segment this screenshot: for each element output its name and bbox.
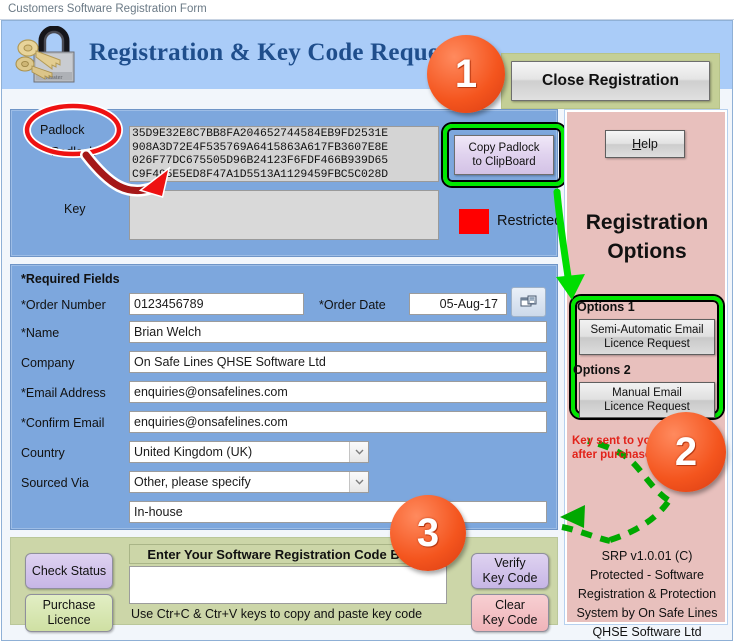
purchase-line2: Licence [47, 613, 91, 627]
order-number-input[interactable]: 0123456789 [129, 293, 304, 315]
calendar-picker-icon[interactable] [511, 287, 546, 317]
chevron-down-icon[interactable] [349, 442, 368, 462]
country-label: Country [21, 446, 65, 460]
name-label: *Name [21, 326, 60, 340]
step-badge-1: 1 [427, 35, 505, 113]
required-fields-note: *Required Fields [21, 272, 120, 286]
key-code-entry-panel: Check Status Purchase Licence Enter Your… [10, 537, 558, 632]
confirm-email-label: *Confirm Email [21, 416, 105, 430]
sourced-via-selected-value: Other, please specify [134, 475, 251, 489]
purchase-licence-button[interactable]: Purchase Licence [25, 594, 113, 632]
clear-line2: Key Code [482, 613, 538, 627]
options-title-line2: Options [607, 240, 687, 263]
padlock-key-panel: Padlock Key 35D9E32E8C7BB8FA204652744584… [10, 109, 565, 257]
sourced-via-label: Sourced Via [21, 476, 89, 490]
step-badge-3: 3 [390, 495, 466, 571]
email-address-input[interactable]: enquiries@onsafelines.com [129, 381, 547, 403]
email-address-label: *Email Address [21, 386, 106, 400]
option2-btn-line1: Manual Email [612, 387, 682, 399]
window-titlebar: Customers Software Registration Form [0, 0, 734, 20]
clear-key-code-button[interactable]: Clear Key Code [471, 594, 549, 632]
country-selected-value: United Kingdom (UK) [134, 445, 253, 459]
registration-options-panel: Help Registration Options Options 1 Semi… [564, 109, 729, 639]
padlock-label: Padlock [51, 145, 96, 159]
copy-padlock-line2: to ClipBoard [472, 156, 536, 168]
padlock-keys-icon: Master [12, 25, 84, 86]
key-note-line1: Key sent to you [572, 435, 658, 447]
registration-options-title: Registration Options [565, 208, 729, 266]
country-select[interactable]: United Kingdom (UK) [129, 441, 369, 463]
verify-line1: Verify [494, 556, 526, 570]
window-title: Customers Software Registration Form [8, 3, 207, 15]
restricted-status-swatch [459, 209, 489, 234]
verify-key-code-button[interactable]: Verify Key Code [471, 553, 549, 589]
registration-form-window: Customers Software Registration Form Mas… [0, 0, 734, 642]
confirm-email-input[interactable]: enquiries@onsafelines.com [129, 411, 547, 433]
copy-paste-hint: Use Ctr+C & Ctr+V keys to copy and paste… [131, 607, 423, 621]
key-note-line2: after purchase [572, 449, 652, 461]
help-button[interactable]: Help [605, 130, 685, 158]
sourced-via-other-input[interactable]: In-house [129, 501, 547, 523]
copy-padlock-line1: Copy Padlock [468, 142, 540, 154]
registration-code-input[interactable] [129, 566, 447, 604]
options-1-label: Options 1 [577, 300, 635, 314]
restricted-label: Restricted [497, 213, 563, 229]
order-number-label: *Order Number [21, 298, 106, 312]
company-label: Company [21, 356, 75, 370]
step-badge-2: 2 [646, 412, 726, 492]
header-banner: Master Registration & Key Code Request C… [2, 21, 732, 109]
close-registration-button[interactable]: Close Registration [511, 61, 710, 101]
company-input[interactable]: On Safe Lines QHSE Software Ltd [129, 351, 547, 373]
name-input[interactable]: Brian Welch [129, 321, 547, 343]
key-code-textarea[interactable] [129, 190, 439, 240]
window-body: Master Registration & Key Code Request C… [1, 20, 733, 641]
clear-line1: Clear [495, 598, 525, 612]
options-title-line1: Registration [585, 211, 709, 234]
option1-btn-line1: Semi-Automatic Email [590, 324, 704, 336]
verify-line2: Key Code [482, 571, 538, 585]
option1-btn-line2: Licence Request [604, 338, 690, 350]
srp-copyright-text: SRP v1.0.01 (C) Protected - Software Reg… [576, 549, 718, 639]
help-label-rest: elp [641, 137, 658, 151]
purchase-line1: Purchase [42, 598, 96, 612]
check-status-button[interactable]: Check Status [25, 553, 113, 589]
copy-padlock-to-clipboard-button[interactable]: Copy Padlock to ClipBoard [454, 135, 554, 175]
help-accel-letter: H [632, 137, 642, 151]
option2-btn-line2: Licence Request [604, 401, 690, 413]
padlock-code-textarea[interactable]: 35D9E32E8C7BB8FA204652744584EB9FD2531E 9… [129, 126, 439, 182]
registration-form-panel: *Required Fields *Order Number 012345678… [10, 264, 558, 530]
order-date-input[interactable]: 05-Aug-17 [409, 293, 507, 315]
page-title: Registration & Key Code Request [89, 39, 458, 66]
options-2-label: Options 2 [573, 363, 631, 377]
sourced-via-select[interactable]: Other, please specify [129, 471, 369, 493]
padlock-annotation-label: Padlock [40, 123, 85, 137]
semi-automatic-email-licence-request-button[interactable]: Semi-Automatic Email Licence Request [579, 319, 715, 355]
key-sent-note: Key sent to you after purchase [572, 434, 658, 462]
close-registration-container: Close Registration [501, 53, 720, 109]
key-label: Key [64, 202, 86, 216]
chevron-down-icon[interactable] [349, 472, 368, 492]
order-date-label: *Order Date [319, 298, 386, 312]
